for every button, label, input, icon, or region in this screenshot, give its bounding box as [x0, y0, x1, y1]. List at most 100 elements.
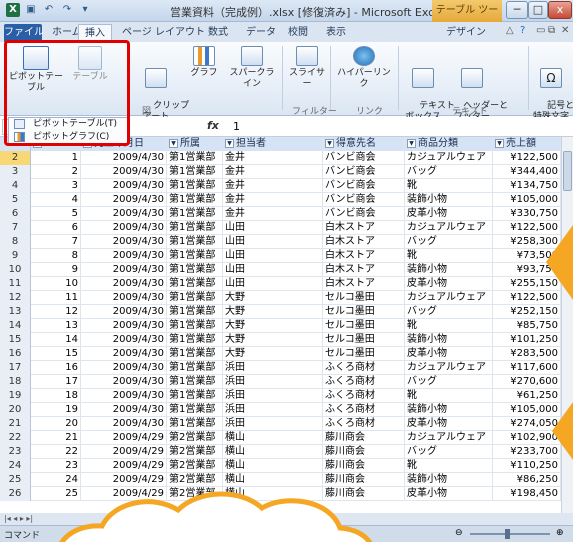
cell-category[interactable]: カジュアルウェア: [405, 431, 493, 445]
row-number[interactable]: 24: [0, 459, 31, 473]
cell-no[interactable]: 19: [31, 403, 81, 417]
cell-date[interactable]: 2009/4/29: [81, 473, 167, 487]
cell-no[interactable]: 1: [31, 151, 81, 165]
cell-category[interactable]: 装飾小物: [405, 403, 493, 417]
cell-dept[interactable]: 第1営業部: [167, 403, 223, 417]
cell-customer[interactable]: 白木ストア: [323, 235, 405, 249]
tab-design[interactable]: デザイン: [440, 24, 492, 42]
filter-dropdown-icon[interactable]: ▼: [495, 138, 504, 148]
row-number[interactable]: 2: [0, 151, 31, 165]
cell-no[interactable]: 22: [31, 445, 81, 459]
cell-dept[interactable]: 第2営業部: [167, 431, 223, 445]
row-number[interactable]: 13: [0, 305, 31, 319]
row-number[interactable]: 5: [0, 193, 31, 207]
cell-category[interactable]: 皮革小物: [405, 277, 493, 291]
cell-category[interactable]: 装飾小物: [405, 263, 493, 277]
doc-minimize-icon[interactable]: ▭: [536, 25, 545, 36]
cell-date[interactable]: 2009/4/30: [81, 179, 167, 193]
doc-close-icon[interactable]: ✕: [561, 25, 569, 36]
cell-category[interactable]: 靴: [405, 319, 493, 333]
qat-dropdown-icon[interactable]: ▾: [78, 3, 92, 17]
cell-no[interactable]: 23: [31, 459, 81, 473]
cell-customer[interactable]: バンビ商会: [323, 193, 405, 207]
filter-dropdown-icon[interactable]: ▼: [325, 138, 334, 148]
fx-icon[interactable]: fx: [207, 119, 219, 132]
cell-category[interactable]: バッグ: [405, 305, 493, 319]
cell-amount[interactable]: ¥274,050: [493, 417, 561, 431]
cell-date[interactable]: 2009/4/30: [81, 389, 167, 403]
cell-date[interactable]: 2009/4/30: [81, 235, 167, 249]
cell-customer[interactable]: 藤川商会: [323, 473, 405, 487]
cell-dept[interactable]: 第1営業部: [167, 263, 223, 277]
row-number[interactable]: 23: [0, 445, 31, 459]
cell-dept[interactable]: 第1営業部: [167, 389, 223, 403]
filter-dropdown-icon[interactable]: ▼: [225, 138, 234, 148]
cell-dept[interactable]: 第2営業部: [167, 459, 223, 473]
cell-rep[interactable]: 山田: [223, 221, 323, 235]
scrollbar-thumb[interactable]: [563, 151, 572, 191]
cell-date[interactable]: 2009/4/30: [81, 151, 167, 165]
cell-dept[interactable]: 第1営業部: [167, 305, 223, 319]
pivot-table-button[interactable]: ピボットテーブル: [8, 46, 64, 94]
cell-date[interactable]: 2009/4/30: [81, 305, 167, 319]
cell-customer[interactable]: ふくろ商材: [323, 403, 405, 417]
cell-rep[interactable]: 大野: [223, 347, 323, 361]
slicer-button[interactable]: スライサー: [286, 46, 328, 90]
cell-rep[interactable]: 山田: [223, 263, 323, 277]
chart-button[interactable]: グラフ: [184, 46, 224, 79]
cell-no[interactable]: 13: [31, 319, 81, 333]
zoom-slider[interactable]: [470, 533, 550, 535]
row-number[interactable]: 7: [0, 221, 31, 235]
cell-amount[interactable]: ¥102,900: [493, 431, 561, 445]
tab-data[interactable]: データ: [240, 24, 282, 42]
table-button[interactable]: テーブル: [68, 46, 112, 83]
cell-date[interactable]: 2009/4/30: [81, 277, 167, 291]
cell-no[interactable]: 2: [31, 165, 81, 179]
cell-category[interactable]: 装飾小物: [405, 473, 493, 487]
tab-review[interactable]: 校閲: [282, 24, 314, 42]
cell-customer[interactable]: 白木ストア: [323, 277, 405, 291]
redo-icon[interactable]: ↷: [60, 3, 74, 17]
cell-dept[interactable]: 第1営業部: [167, 347, 223, 361]
cell-date[interactable]: 2009/4/30: [81, 291, 167, 305]
cell-customer[interactable]: ふくろ商材: [323, 417, 405, 431]
row-number[interactable]: 25: [0, 473, 31, 487]
cell-rep[interactable]: 横山: [223, 459, 323, 473]
column-header-rep[interactable]: ▼ 担当者: [223, 137, 323, 151]
cell-customer[interactable]: ふくろ商材: [323, 375, 405, 389]
column-header-amount[interactable]: ▼ 売上額: [493, 137, 561, 151]
cell-date[interactable]: 2009/4/30: [81, 375, 167, 389]
cell-date[interactable]: 2009/4/29: [81, 431, 167, 445]
cell-date[interactable]: 2009/4/30: [81, 333, 167, 347]
filter-dropdown-icon[interactable]: ▼: [169, 138, 178, 148]
cell-rep[interactable]: 山田: [223, 249, 323, 263]
tab-view[interactable]: 表示: [320, 24, 352, 42]
column-header-category[interactable]: ▼ 商品分類: [405, 137, 493, 151]
cell-date[interactable]: 2009/4/30: [81, 319, 167, 333]
cell-no[interactable]: 12: [31, 305, 81, 319]
help-icon[interactable]: ?: [520, 25, 525, 36]
cell-rep[interactable]: 浜田: [223, 361, 323, 375]
sparkline-button[interactable]: スパークライン: [226, 46, 278, 90]
cell-amount[interactable]: ¥330,750: [493, 207, 561, 221]
cell-category[interactable]: バッグ: [405, 235, 493, 249]
cell-category[interactable]: バッグ: [405, 165, 493, 179]
cell-category[interactable]: 靴: [405, 459, 493, 473]
cell-dept[interactable]: 第1営業部: [167, 151, 223, 165]
row-number[interactable]: 18: [0, 375, 31, 389]
row-number[interactable]: 15: [0, 333, 31, 347]
cell-dept[interactable]: 第1営業部: [167, 179, 223, 193]
cell-customer[interactable]: 白木ストア: [323, 221, 405, 235]
cell-customer[interactable]: セルコ墨田: [323, 319, 405, 333]
doc-restore-icon[interactable]: ⧉: [548, 25, 555, 36]
cell-customer[interactable]: セルコ墨田: [323, 291, 405, 305]
cell-amount[interactable]: ¥101,250: [493, 333, 561, 347]
cell-no[interactable]: 20: [31, 417, 81, 431]
cell-amount[interactable]: ¥105,000: [493, 403, 561, 417]
row-number[interactable]: 19: [0, 389, 31, 403]
ribbon-collapse-icon[interactable]: △: [506, 25, 514, 36]
cell-dept[interactable]: 第1営業部: [167, 235, 223, 249]
column-header-customer[interactable]: ▼ 得意先名: [323, 137, 405, 151]
cell-no[interactable]: 24: [31, 473, 81, 487]
zoom-out-icon[interactable]: ⊖: [455, 528, 463, 538]
